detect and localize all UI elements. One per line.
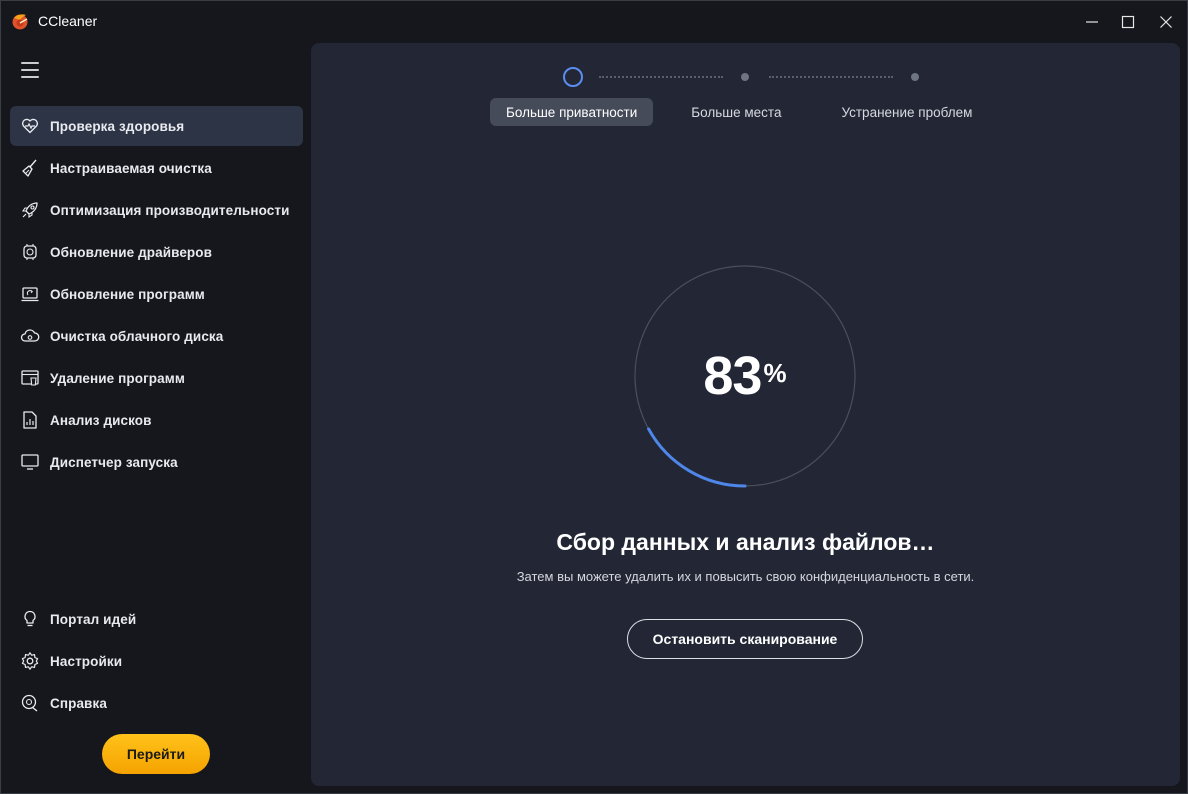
stop-scan-button[interactable]: Остановить сканирование [627,619,863,659]
sidebar-item-custom-clean[interactable]: Настраиваемая очистка [10,148,303,188]
sidebar-item-label: Настройки [50,653,123,669]
uninstall-icon [20,368,40,388]
step-indicator-current [563,67,583,87]
maximize-icon [1121,15,1135,29]
sidebar-item-help[interactable]: Справка [10,683,303,723]
software-update-icon [20,284,40,304]
scan-status-title: Сбор данных и анализ файлов… [556,529,935,555]
close-button[interactable] [1143,1,1188,43]
hamburger-bar [21,62,39,64]
rocket-icon [20,200,40,220]
gear-icon [20,651,40,671]
chip-icon [20,242,40,262]
sidebar-item-label: Проверка здоровья [50,118,185,134]
sidebar-nav: Проверка здоровья Настраиваемая очистка … [10,106,303,484]
progress-value: 83 [703,346,762,406]
monitor-icon [20,452,40,472]
sidebar-item-label: Анализ дисков [50,412,152,428]
tab-more-space[interactable]: Больше места [675,98,797,126]
sidebar-item-settings[interactable]: Настройки [10,641,303,681]
sidebar-item-health-check[interactable]: Проверка здоровья [10,106,303,146]
sidebar-item-label: Диспетчер запуска [50,454,178,470]
main-panel: Больше приватности Больше места Устранен… [311,43,1180,786]
app-window: CCleaner Проверка здоровья Настраиваемая… [0,0,1188,794]
sidebar-item-disk-analysis[interactable]: Анализ дисков [10,400,303,440]
ccleaner-logo-icon [12,14,28,30]
step-indicator [911,73,919,81]
sidebar-item-performance[interactable]: Оптимизация производительности [10,190,303,230]
broom-icon [20,158,40,178]
minimize-icon [1086,21,1098,23]
tab-fix-problems[interactable]: Устранение проблем [825,98,988,126]
heart-icon [20,116,40,136]
sidebar-item-label: Очистка облачного диска [50,328,224,344]
scan-status-subtitle: Затем вы можете удалить их и повысить св… [516,569,975,584]
progress-readout: 83 % [632,263,858,489]
go-button[interactable]: Перейти [102,734,210,774]
cloud-gear-icon [20,326,40,346]
close-icon [1160,16,1172,28]
sidebar-item-label: Справка [50,695,107,711]
sidebar-item-label: Портал идей [50,611,137,627]
sidebar-item-label: Удаление программ [50,370,185,386]
progress-unit: % [763,357,787,388]
step-connector [599,76,723,78]
scan-progress-ring: 83 % [632,263,858,489]
sidebar-item-ideas-portal[interactable]: Портал идей [10,599,303,639]
tab-more-privacy[interactable]: Больше приватности [490,98,654,126]
step-tabs: Больше приватности Больше места Устранен… [490,98,1010,126]
app-title: CCleaner [38,13,98,29]
hamburger-bar [21,76,39,78]
sidebar-item-label: Обновление программ [50,286,205,302]
sidebar-item-driver-update[interactable]: Обновление драйверов [10,232,303,272]
sidebar-item-label: Настраиваемая очистка [50,160,212,176]
sidebar-bottom-nav: Портал идей Настройки Справка [10,599,303,725]
step-connector [769,76,893,78]
hamburger-bar [21,69,39,71]
menu-toggle-button[interactable] [21,62,39,78]
sidebar-item-cloud-clean[interactable]: Очистка облачного диска [10,316,303,356]
lightbulb-icon [20,609,40,629]
title-bar: CCleaner [1,1,1187,43]
help-icon [20,693,40,713]
document-chart-icon [20,410,40,430]
progress-stepper [561,65,931,89]
sidebar-item-label: Оптимизация производительности [50,202,290,218]
sidebar-item-uninstall[interactable]: Удаление программ [10,358,303,398]
sidebar-item-software-update[interactable]: Обновление программ [10,274,303,314]
sidebar-item-startup-manager[interactable]: Диспетчер запуска [10,442,303,482]
step-indicator [741,73,749,81]
sidebar-item-label: Обновление драйверов [50,244,213,260]
